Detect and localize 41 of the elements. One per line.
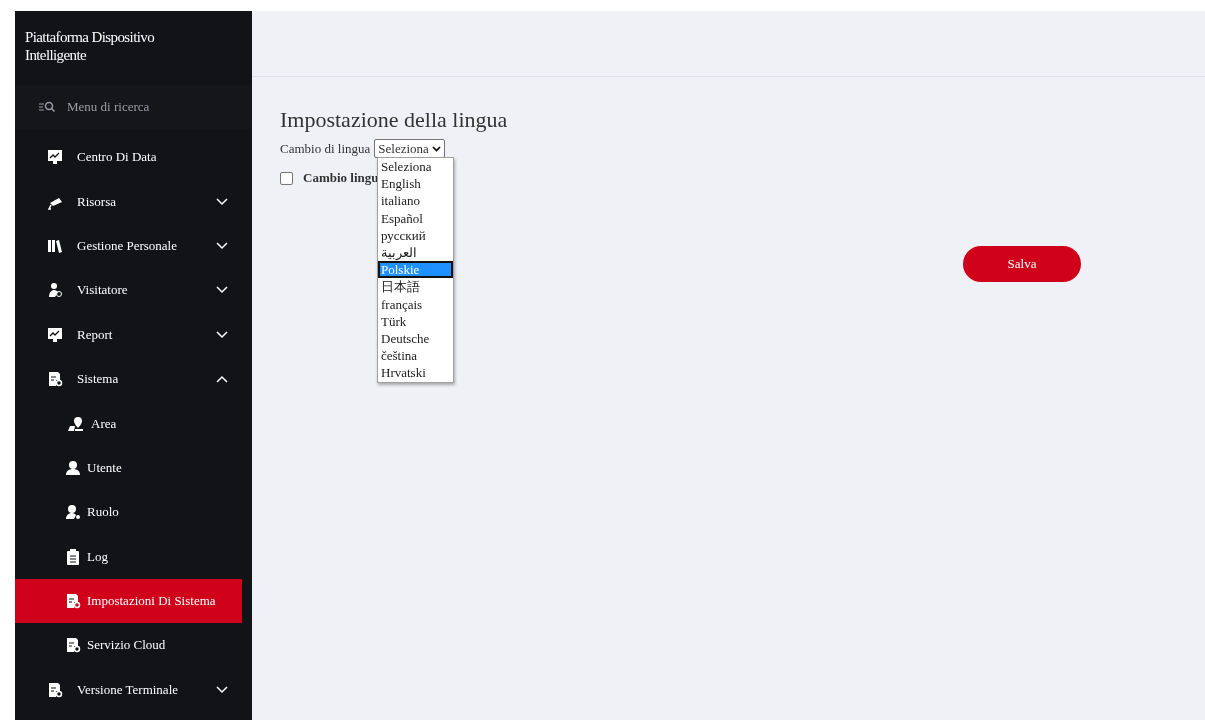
books-icon xyxy=(47,237,63,254)
monitor-chart-icon xyxy=(47,326,63,343)
sidebar-subitem[interactable]: Servizio Cloud xyxy=(15,623,242,668)
user-icon xyxy=(65,459,81,476)
map-pin-icon xyxy=(65,415,85,432)
language-option[interactable]: italiano xyxy=(378,192,453,210)
sidebar-item[interactable]: Risorsa xyxy=(15,179,242,224)
checkbox[interactable] xyxy=(280,171,293,185)
language-select[interactable]: Seleziona xyxy=(374,139,445,158)
search-icon xyxy=(39,101,55,113)
app-title: Piattaforma Dispositivo Intelligente xyxy=(25,28,156,65)
sidebar-subitem[interactable]: Impostazioni Di Sistema xyxy=(15,578,242,624)
page-heading: Impostazione della lingua xyxy=(280,107,509,133)
document-gear-icon xyxy=(47,371,63,388)
document-gear-icon xyxy=(47,681,63,698)
sidebar-subitem[interactable]: Area xyxy=(15,401,242,446)
sidebar-subitem[interactable]: Ruolo xyxy=(15,490,242,535)
sidebar-item[interactable]: Gestione Personale xyxy=(15,223,242,269)
clipboard-icon xyxy=(65,548,81,565)
sidebar-item[interactable]: Versione Terminale xyxy=(15,667,242,713)
sidebar-subitem[interactable]: Utente xyxy=(15,445,242,491)
user-star-icon xyxy=(65,504,81,521)
language-option[interactable]: العربية xyxy=(378,244,453,262)
language-label: Cambio di lingua xyxy=(280,140,371,157)
save-button[interactable]: Salva xyxy=(963,246,1081,282)
user-eye-icon xyxy=(47,282,63,299)
sidebar-item[interactable]: Sistema xyxy=(15,356,242,402)
language-option[interactable]: 日本語 xyxy=(378,278,453,296)
language-option[interactable]: Hrvatski xyxy=(378,364,453,382)
sidebar-item[interactable]: Centro Di Data xyxy=(15,135,242,180)
monitor-chart-icon xyxy=(47,149,63,166)
document-gear-icon xyxy=(65,637,81,654)
language-option[interactable]: Seleziona xyxy=(378,158,453,176)
sidebar-item[interactable]: Report xyxy=(15,312,242,357)
language-option[interactable]: čeština xyxy=(378,347,453,365)
language-option[interactable]: Deutsche xyxy=(378,330,453,348)
sidebar-subitem[interactable]: Log xyxy=(15,534,242,579)
sidebar-item[interactable]: Visitatore xyxy=(15,268,242,313)
caret-icon xyxy=(431,145,441,152)
document-gear-icon xyxy=(65,593,81,610)
language-option[interactable]: English xyxy=(378,175,453,193)
